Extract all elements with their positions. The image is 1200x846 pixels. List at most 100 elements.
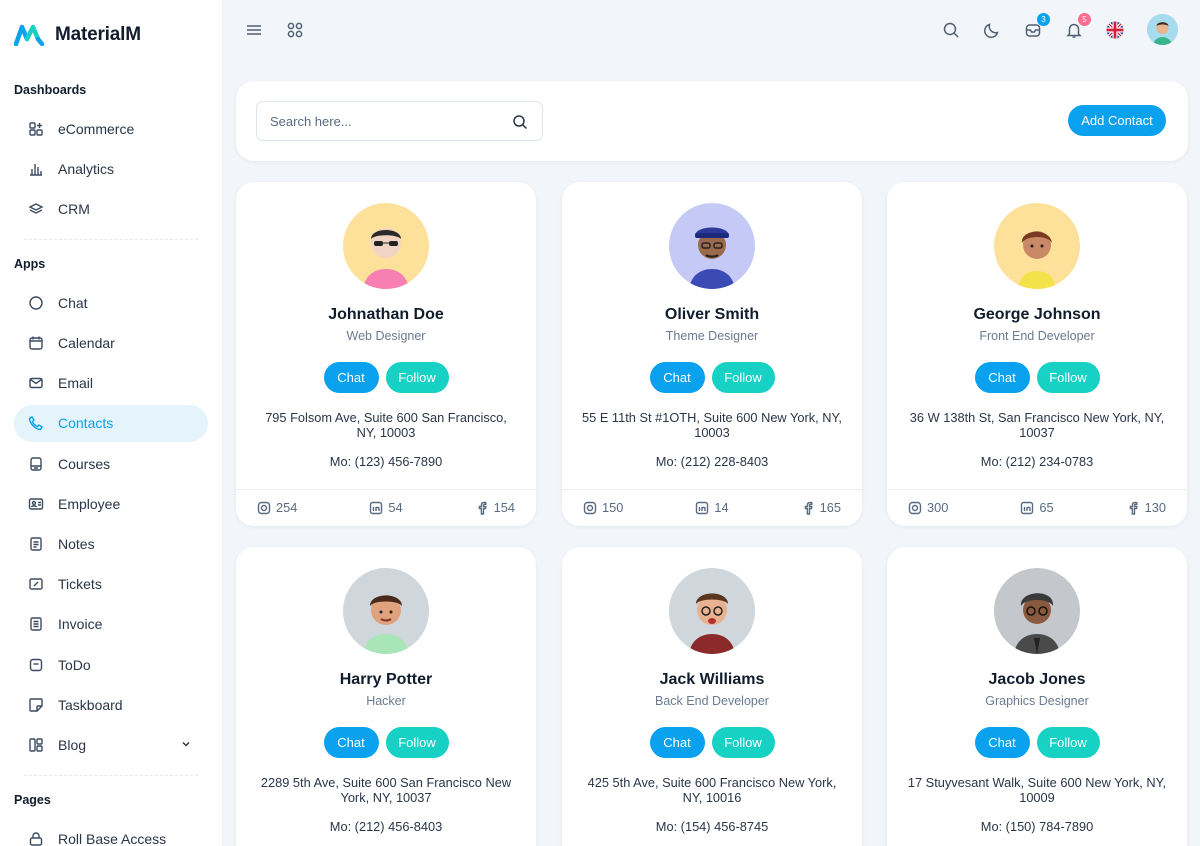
uk-flag-language-icon[interactable]: [1105, 20, 1125, 40]
todo-icon: [28, 657, 44, 673]
sidebar-item-invoice[interactable]: Invoice: [14, 606, 208, 643]
contact-actions: Chat Follow: [887, 362, 1187, 393]
courses-icon: [28, 456, 44, 472]
sidebar-item-email[interactable]: Email: [14, 365, 208, 402]
chat-icon: [28, 295, 44, 311]
instagram-icon: [583, 501, 597, 514]
contact-address: 2289 5th Ave, Suite 600 San Francisco Ne…: [260, 775, 512, 805]
apps-grid-icon[interactable]: [285, 20, 305, 40]
facebook-stat[interactable]: 154: [475, 500, 515, 515]
follow-button[interactable]: Follow: [1036, 362, 1100, 393]
dark-mode-moon-icon[interactable]: [982, 20, 1002, 40]
sidebar: MaterialM Dashboards eCommerce Analytics…: [0, 0, 223, 846]
contact-actions: Chat Follow: [562, 362, 862, 393]
menu-toggle-icon[interactable]: [244, 20, 264, 40]
instagram-stat[interactable]: 254: [257, 500, 297, 515]
facebook-icon: [1129, 501, 1138, 515]
facebook-count: 165: [819, 500, 841, 515]
sidebar-item-label: Blog: [58, 736, 87, 753]
sidebar-item-analytics[interactable]: Analytics: [14, 150, 208, 187]
search-icon[interactable]: [941, 20, 961, 40]
email-icon: [28, 375, 44, 391]
nav-divider: [24, 239, 198, 241]
sidebar-item-label: Contacts: [58, 415, 114, 432]
sidebar-item-label: Calendar: [58, 335, 115, 352]
sidebar-item-chat[interactable]: Chat: [14, 284, 208, 321]
chevron-down-icon: [182, 742, 190, 747]
chat-button[interactable]: Chat: [323, 727, 379, 758]
contact-actions: Chat Follow: [236, 362, 536, 393]
contact-name: Johnathan Doe: [328, 306, 444, 323]
contact-card: Johnathan Doe Web Designer Chat Follow 7…: [236, 182, 536, 526]
sidebar-item-courses[interactable]: Courses: [14, 445, 208, 482]
sidebar-item-label: Courses: [58, 455, 111, 472]
contact-name: Jack Williams: [659, 671, 765, 688]
instagram-count: 300: [927, 500, 949, 515]
nav-caption-dashboards: Dashboards: [14, 83, 87, 97]
user-avatar[interactable]: [1147, 14, 1178, 45]
notifications-bell-icon[interactable]: 5: [1064, 13, 1091, 40]
sidebar-item-label: Email: [58, 375, 94, 392]
nav-pages: Pages Roll Base Access: [0, 780, 222, 846]
sidebar-item-label: Chat: [58, 294, 88, 311]
brand-name: MaterialM: [55, 24, 141, 45]
nav-apps: Apps Chat Calendar Email Contacts Course…: [0, 244, 222, 763]
contact-avatar: [669, 568, 755, 654]
linkedin-icon: [370, 501, 383, 514]
contact-phone: Mo: (150) 784-7890: [980, 819, 1094, 834]
notes-icon: [28, 536, 44, 552]
chat-button[interactable]: Chat: [323, 362, 379, 393]
messages-icon[interactable]: 3: [1023, 13, 1050, 40]
sidebar-item-contacts[interactable]: Contacts: [14, 404, 208, 442]
linkedin-stat[interactable]: 54: [369, 500, 403, 515]
contact-avatar: [343, 568, 429, 654]
instagram-stat[interactable]: 300: [908, 500, 948, 515]
sidebar-item-todo[interactable]: ToDo: [14, 646, 208, 683]
follow-button[interactable]: Follow: [711, 727, 775, 758]
facebook-stat[interactable]: 165: [801, 500, 841, 515]
taskboard-icon: [28, 697, 44, 713]
sidebar-item-roll-base-access[interactable]: Roll Base Access: [14, 820, 208, 846]
sidebar-item-taskboard[interactable]: Taskboard: [14, 686, 208, 723]
contact-name: Jacob Jones: [988, 671, 1086, 688]
sidebar-item-calendar[interactable]: Calendar: [14, 325, 208, 362]
contacts-toolbar: Add Contact: [236, 81, 1188, 161]
nav-divider: [24, 775, 198, 777]
contact-avatar: [669, 203, 755, 289]
chat-button[interactable]: Chat: [649, 362, 705, 393]
sidebar-item-blog[interactable]: Blog: [14, 726, 208, 763]
contact-actions: Chat Follow: [236, 727, 536, 758]
sidebar-item-employee[interactable]: Employee: [14, 485, 208, 522]
contact-actions: Chat Follow: [562, 727, 862, 758]
follow-button[interactable]: Follow: [385, 727, 449, 758]
add-contact-button[interactable]: Add Contact: [1068, 105, 1166, 136]
instagram-count: 150: [602, 500, 624, 515]
follow-button[interactable]: Follow: [1036, 727, 1100, 758]
chat-button[interactable]: Chat: [974, 362, 1030, 393]
linkedin-stat[interactable]: 65: [1020, 500, 1054, 515]
search-icon[interactable]: [512, 114, 528, 130]
contact-card: Jack Williams Back End Developer Chat Fo…: [562, 547, 862, 846]
sidebar-item-notes[interactable]: Notes: [14, 526, 208, 563]
contact-actions: Chat Follow: [887, 727, 1187, 758]
analytics-icon: [28, 161, 44, 177]
facebook-stat[interactable]: 130: [1126, 500, 1166, 515]
contact-card: George Johnson Front End Developer Chat …: [887, 182, 1187, 526]
instagram-stat[interactable]: 150: [583, 500, 623, 515]
instagram-icon: [257, 501, 271, 514]
follow-button[interactable]: Follow: [711, 362, 775, 393]
chat-button[interactable]: Chat: [649, 727, 705, 758]
linkedin-icon: [1021, 501, 1034, 514]
sidebar-item-label: ToDo: [58, 656, 91, 673]
contact-search-input[interactable]: [257, 102, 497, 140]
chat-button[interactable]: Chat: [974, 727, 1030, 758]
contact-address: 795 Folsom Ave, Suite 600 San Francisco,…: [265, 410, 507, 440]
follow-button[interactable]: Follow: [385, 362, 449, 393]
linkedin-stat[interactable]: 14: [695, 500, 729, 515]
contact-address: 17 Stuyvesant Walk, Suite 600 New York, …: [907, 775, 1167, 805]
sidebar-item-ecommerce[interactable]: eCommerce: [14, 110, 208, 147]
brand[interactable]: MaterialM: [0, 0, 222, 70]
sidebar-item-crm[interactable]: CRM: [14, 190, 208, 227]
contact-name: George Johnson: [973, 306, 1101, 323]
sidebar-item-tickets[interactable]: Tickets: [14, 566, 208, 603]
